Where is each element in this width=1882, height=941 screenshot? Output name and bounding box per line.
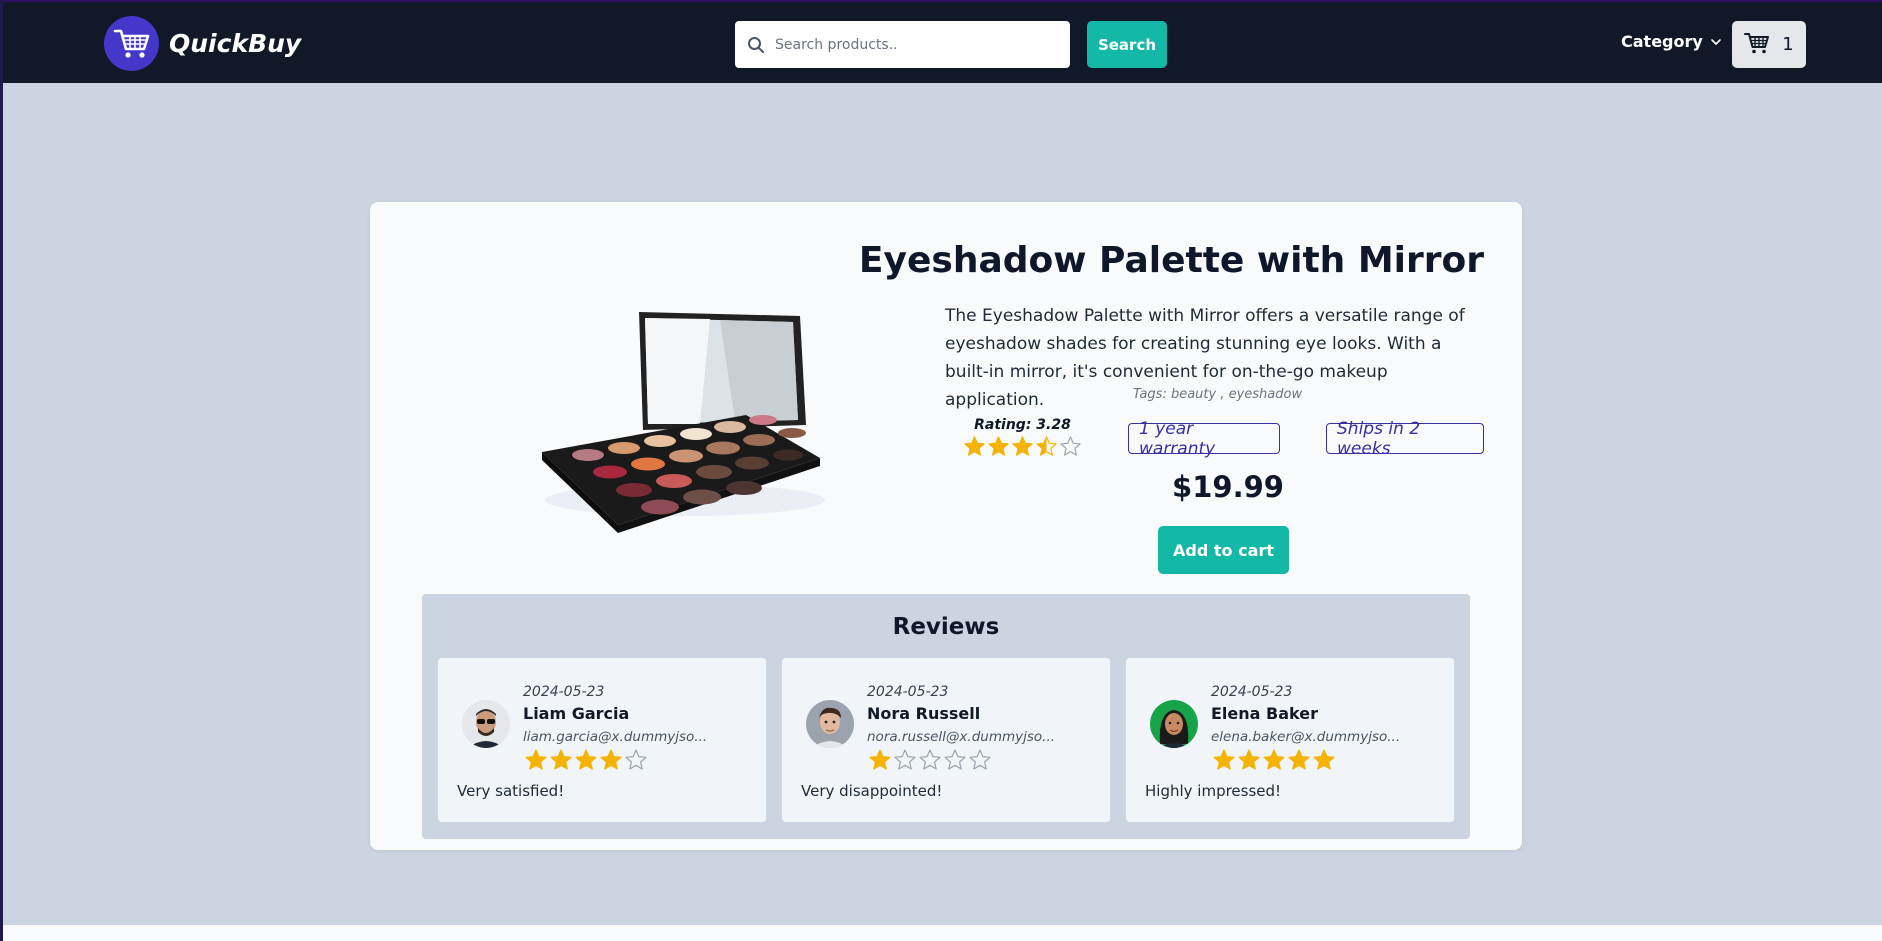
reviews-section: Reviews 2024-05-23 Liam Garcia liam.garc… <box>422 594 1470 839</box>
review-card: 2024-05-23 Elena Baker elena.baker@x.dum… <box>1126 658 1454 822</box>
star-icon <box>1287 749 1310 770</box>
reviewer-name: Elena Baker <box>1211 704 1318 723</box>
star-icon <box>574 749 597 770</box>
star-icon <box>1060 436 1081 456</box>
star-icon <box>1212 749 1235 770</box>
reviews-title: Reviews <box>892 614 1000 640</box>
cart-button[interactable]: 1 <box>1732 21 1806 68</box>
category-dropdown[interactable]: Category <box>1621 32 1722 51</box>
product-title: Eyeshadow Palette with Mirror <box>858 240 1484 281</box>
star-icon <box>524 749 547 770</box>
product-image <box>530 300 840 540</box>
star-icon <box>599 749 622 770</box>
navbar: QuickBuy Search Category <box>3 0 1882 83</box>
review-stars <box>1211 748 1336 772</box>
star-icon <box>943 749 966 770</box>
star-icon <box>1312 749 1335 770</box>
star-icon <box>1012 436 1033 456</box>
cart-count: 1 <box>1782 34 1794 55</box>
product-rating: Rating: 3.28 <box>960 417 1085 458</box>
reviewer-email: nora.russell@x.dummyjso... <box>867 729 1056 745</box>
star-icon <box>624 749 647 770</box>
review-stars <box>867 748 992 772</box>
category-label: Category <box>1621 32 1703 51</box>
star-icon <box>968 749 991 770</box>
page-footer-strip <box>3 925 1882 941</box>
brand-name: QuickBuy <box>169 29 302 58</box>
reviewer-name: Nora Russell <box>867 704 981 723</box>
star-icon <box>918 749 941 770</box>
warranty-badge: 1 year warranty <box>1128 419 1280 459</box>
search-icon <box>745 34 767 56</box>
brand-logo[interactable]: QuickBuy <box>104 16 301 71</box>
product-tags: Tags: beauty , eyeshadow <box>1132 387 1303 402</box>
reviewer-email: liam.garcia@x.dummyjso... <box>523 729 708 745</box>
star-icon <box>549 749 572 770</box>
reviewer-name: Liam Garcia <box>523 704 630 723</box>
review-date: 2024-05-23 <box>523 684 605 700</box>
cart-icon <box>1744 31 1770 59</box>
product-card: Eyeshadow Palette with Mirror The Eyesha… <box>370 202 1522 850</box>
rating-text: Rating: 3.28 <box>974 417 1071 433</box>
star-icon <box>893 749 916 770</box>
product-price: $19.99 <box>1172 470 1284 504</box>
star-icon <box>964 436 985 456</box>
review-date: 2024-05-23 <box>1211 684 1293 700</box>
star-icon <box>1262 749 1285 770</box>
add-to-cart-button[interactable]: Add to cart <box>1158 526 1289 574</box>
chevron-down-icon <box>1710 36 1722 48</box>
rating-stars <box>960 435 1085 458</box>
avatar <box>806 700 854 748</box>
shipping-badge: Ships in 2 weeks <box>1326 419 1484 459</box>
review-comment: Very satisfied! <box>457 782 565 800</box>
review-comment: Very disappointed! <box>801 782 943 800</box>
review-card: 2024-05-23 Liam Garcia liam.garcia@x.dum… <box>438 658 766 822</box>
star-icon <box>1237 749 1260 770</box>
reviewer-email: elena.baker@x.dummyjso... <box>1211 729 1401 745</box>
search-bar <box>735 21 1070 68</box>
avatar <box>1150 700 1198 748</box>
review-comment: Highly impressed! <box>1145 782 1282 800</box>
avatar <box>462 700 510 748</box>
star-icon <box>868 749 891 770</box>
review-stars <box>523 748 648 772</box>
star-icon <box>988 436 1009 456</box>
review-date: 2024-05-23 <box>867 684 949 700</box>
cart-logo-icon <box>104 16 159 71</box>
search-input[interactable] <box>775 36 1055 53</box>
review-card: 2024-05-23 Nora Russell nora.russell@x.d… <box>782 658 1110 822</box>
search-button[interactable]: Search <box>1087 21 1167 68</box>
star-icon <box>1036 436 1057 456</box>
